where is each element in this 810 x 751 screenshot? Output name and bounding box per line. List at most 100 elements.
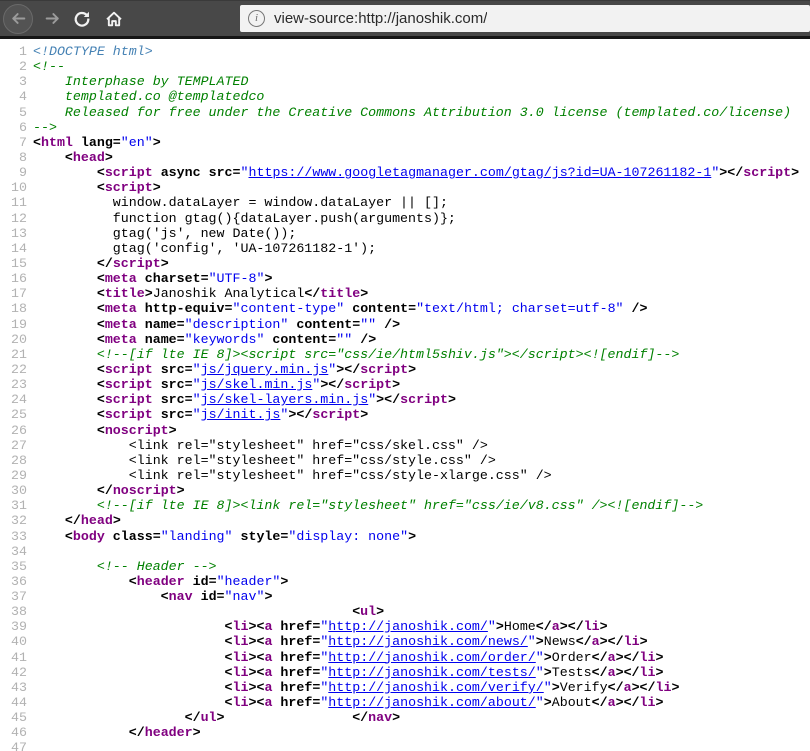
source-token: script bbox=[105, 392, 153, 407]
source-line: 44 <li><a href="http://janoshik.com/abou… bbox=[0, 695, 810, 710]
line-number: 36 bbox=[0, 574, 27, 589]
source-token bbox=[33, 256, 97, 271]
source-code-text: </head> bbox=[33, 513, 121, 528]
source-code-text: gtag('config', 'UA-107261182-1'); bbox=[33, 241, 376, 256]
source-token: < bbox=[161, 589, 169, 604]
source-token: name= bbox=[137, 317, 185, 332]
source-token: < bbox=[225, 665, 233, 680]
source-token: > bbox=[544, 665, 552, 680]
source-token: script bbox=[344, 377, 392, 392]
source-token: >< bbox=[248, 665, 264, 680]
source-token: header bbox=[137, 574, 185, 589]
source-token bbox=[33, 710, 185, 725]
source-token bbox=[33, 725, 129, 740]
source-line: 22 <script src="js/jquery.min.js"></scri… bbox=[0, 362, 810, 377]
source-token bbox=[33, 650, 225, 665]
back-arrow-icon bbox=[10, 10, 27, 27]
info-icon[interactable]: i bbox=[248, 10, 265, 27]
source-link[interactable]: http://janoshik.com/order/ bbox=[328, 650, 535, 665]
source-token: < bbox=[97, 286, 105, 301]
source-token: < bbox=[225, 650, 233, 665]
address-bar[interactable]: i view-source:http://janoshik.com/ bbox=[240, 5, 810, 32]
source-link[interactable]: js/skel-layers.min.js bbox=[201, 392, 369, 407]
source-token: src= bbox=[153, 392, 193, 407]
source-token: " bbox=[488, 619, 496, 634]
source-token: header bbox=[145, 725, 193, 740]
source-link[interactable]: http://janoshik.com/verify/ bbox=[328, 680, 543, 695]
line-number: 25 bbox=[0, 407, 27, 422]
source-code-text: <!--[if lte IE 8]><link rel="stylesheet"… bbox=[33, 498, 703, 513]
source-token bbox=[33, 301, 97, 316]
forward-arrow-icon bbox=[44, 10, 61, 27]
source-token: head bbox=[81, 513, 113, 528]
source-token: " bbox=[193, 392, 201, 407]
source-token: script bbox=[113, 256, 161, 271]
source-token: > bbox=[193, 725, 201, 740]
source-token: ></ bbox=[288, 407, 312, 422]
source-token: Tests bbox=[552, 665, 592, 680]
source-token bbox=[225, 710, 353, 725]
source-token: </ bbox=[536, 619, 552, 634]
source-token: script bbox=[400, 392, 448, 407]
source-token bbox=[33, 423, 97, 438]
source-token: > bbox=[169, 423, 177, 438]
source-token: "header" bbox=[217, 574, 281, 589]
source-code-text: <li><a href="http://janoshik.com/tests/"… bbox=[33, 665, 664, 680]
source-token: > bbox=[113, 513, 121, 528]
source-token: > bbox=[448, 392, 456, 407]
source-line: 10 <script> bbox=[0, 180, 810, 195]
source-token: " bbox=[241, 165, 249, 180]
source-line: 41 <li><a href="http://janoshik.com/orde… bbox=[0, 650, 810, 665]
source-token: "keywords" bbox=[185, 332, 265, 347]
reload-button[interactable] bbox=[71, 8, 93, 30]
line-number: 6 bbox=[0, 120, 27, 135]
source-token: body bbox=[73, 529, 105, 544]
source-token: >< bbox=[248, 650, 264, 665]
source-link[interactable]: http://janoshik.com/tests/ bbox=[328, 665, 535, 680]
source-line: 19 <meta name="description" content="" /… bbox=[0, 317, 810, 332]
source-token: < bbox=[225, 680, 233, 695]
source-link[interactable]: http://janoshik.com/ bbox=[328, 619, 488, 634]
source-token bbox=[33, 407, 97, 422]
source-line: 9 <script async src="https://www.googlet… bbox=[0, 165, 810, 180]
source-line: 35 <!-- Header --> bbox=[0, 559, 810, 574]
source-line: 38 <ul> bbox=[0, 604, 810, 619]
source-token: > bbox=[392, 710, 400, 725]
source-line: 33 <body class="landing" style="display:… bbox=[0, 529, 810, 544]
source-token: html bbox=[41, 135, 73, 150]
source-code-text: <script async src="https://www.googletag… bbox=[33, 165, 799, 180]
source-token: > bbox=[536, 634, 544, 649]
source-code-text: <title>Janoshik Analytical</title> bbox=[33, 286, 368, 301]
source-token bbox=[33, 574, 129, 589]
source-link[interactable]: js/skel.min.js bbox=[201, 377, 313, 392]
line-number: 26 bbox=[0, 423, 27, 438]
source-token: /> bbox=[352, 332, 376, 347]
source-link[interactable]: http://janoshik.com/news/ bbox=[328, 634, 528, 649]
source-token bbox=[33, 150, 65, 165]
source-link[interactable]: http://janoshik.com/about/ bbox=[328, 695, 535, 710]
source-token bbox=[33, 362, 97, 377]
source-link[interactable]: js/jquery.min.js bbox=[201, 362, 329, 377]
source-line: 4 templated.co @templatedco bbox=[0, 89, 810, 104]
source-code-text: <meta http-equiv="content-type" content=… bbox=[33, 301, 647, 316]
source-link[interactable]: https://www.googletagmanager.com/gtag/js… bbox=[249, 165, 712, 180]
source-token bbox=[33, 680, 225, 695]
source-token: ></ bbox=[376, 392, 400, 407]
source-token: </ bbox=[97, 483, 113, 498]
source-token: Janoshik Analytical bbox=[153, 286, 305, 301]
source-line: 37 <nav id="nav"> bbox=[0, 589, 810, 604]
back-button[interactable] bbox=[3, 4, 33, 34]
source-token: ul bbox=[360, 604, 376, 619]
source-token: > bbox=[791, 165, 799, 180]
source-token: /> bbox=[624, 301, 648, 316]
source-code-text: function gtag(){dataLayer.push(arguments… bbox=[33, 211, 456, 226]
home-icon bbox=[105, 10, 123, 28]
source-code-text: <link rel="stylesheet" href="css/style.c… bbox=[33, 453, 496, 468]
source-token: < bbox=[97, 407, 105, 422]
home-button[interactable] bbox=[103, 8, 125, 30]
forward-button[interactable] bbox=[41, 8, 63, 30]
source-view: 1<!DOCTYPE html>2<!--3 Interphase by TEM… bbox=[0, 39, 810, 751]
source-link[interactable]: js/init.js bbox=[201, 407, 281, 422]
source-code-text: Released for free under the Creative Com… bbox=[33, 105, 791, 120]
source-code-text: <link rel="stylesheet" href="css/skel.cs… bbox=[33, 438, 488, 453]
